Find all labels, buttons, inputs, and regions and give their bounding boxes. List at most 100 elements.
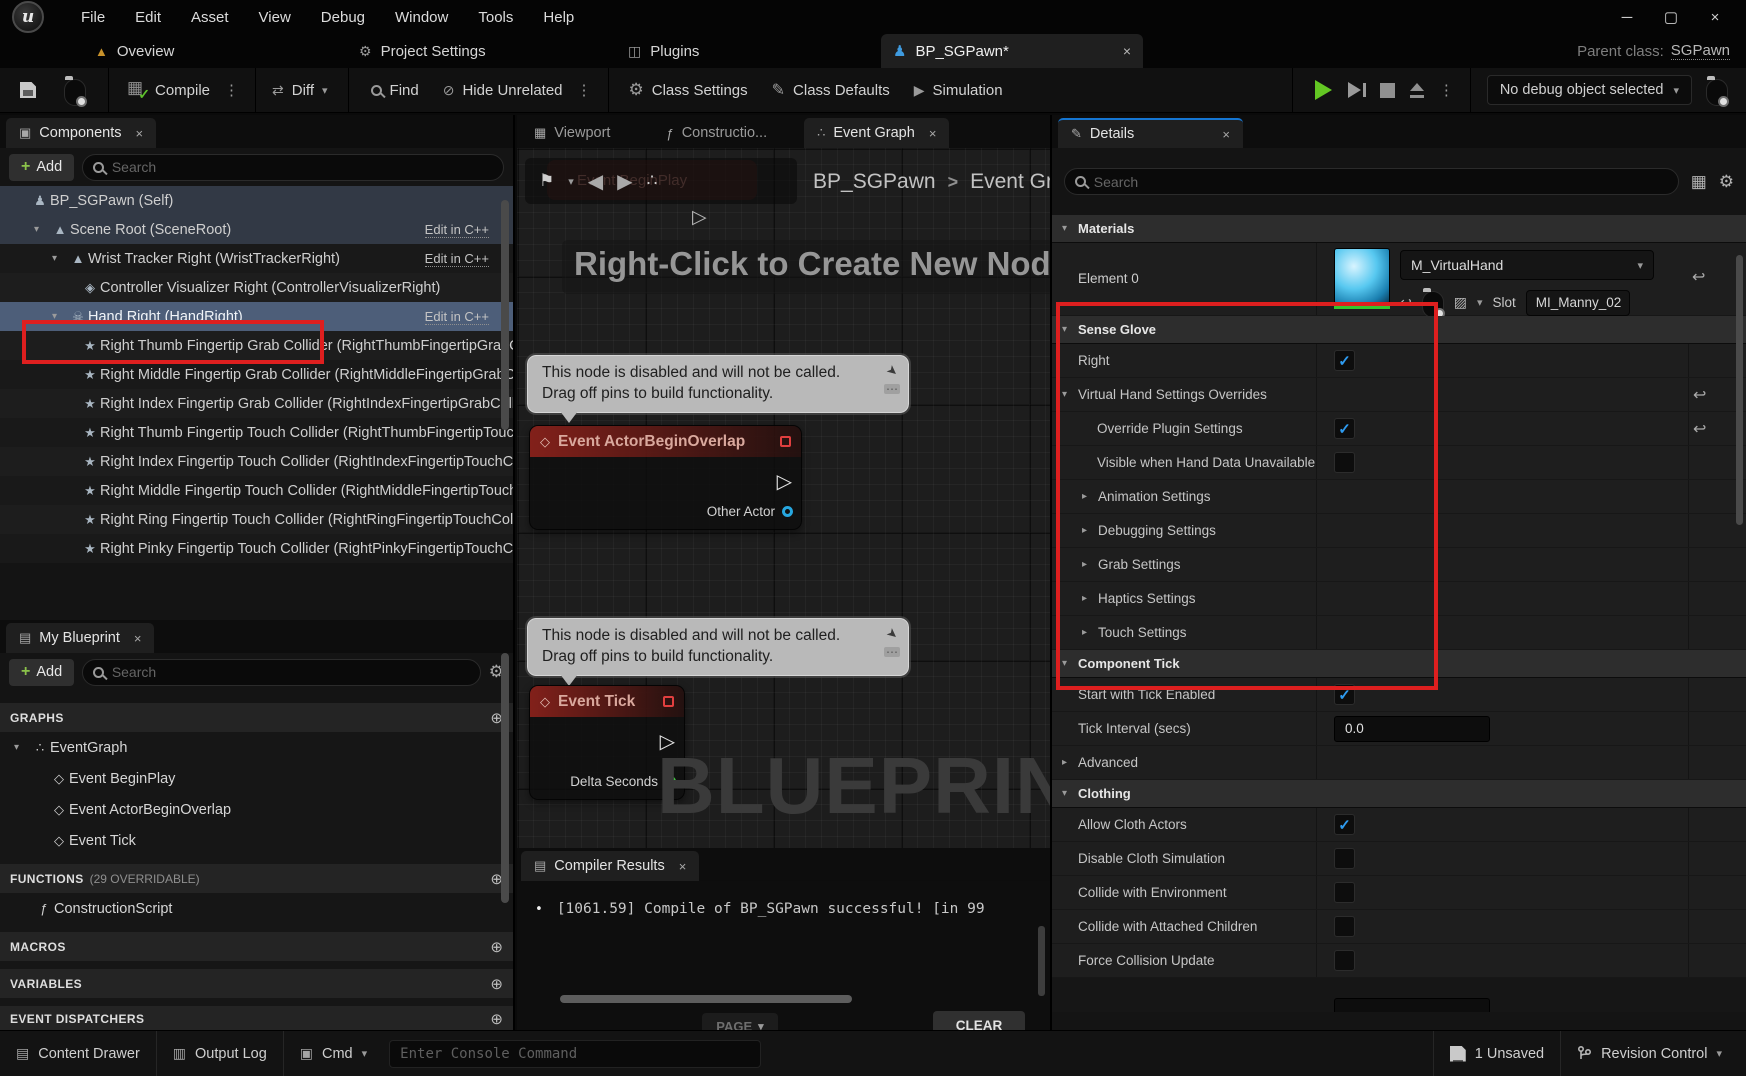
- arrow-down[interactable]: ▾: [1062, 389, 1078, 400]
- property-checkbox[interactable]: [1334, 950, 1355, 971]
- back-icon[interactable]: ◀: [588, 169, 603, 194]
- close-icon[interactable]: ×: [1222, 127, 1230, 142]
- reset-icon[interactable]: ↩: [1693, 419, 1706, 439]
- component-tree-row[interactable]: ★ Right Pinky Fingertip Touch Collider (…: [0, 534, 513, 563]
- arrow-down[interactable]: ▾: [1062, 658, 1078, 669]
- property-checkbox[interactable]: [1334, 350, 1355, 371]
- chevron-down-icon[interactable]: ▾: [568, 175, 574, 188]
- gear-icon[interactable]: ⚙: [1719, 172, 1734, 192]
- details-row[interactable]: Collide with Attached Children: [1052, 910, 1746, 944]
- circle-plus-icon[interactable]: ⊕: [490, 938, 503, 956]
- details-search-input[interactable]: [1094, 174, 1668, 190]
- hide-unrelated-kebab-icon[interactable]: ⋮: [577, 81, 592, 99]
- bookmark-icon[interactable]: ⚑: [539, 171, 554, 191]
- compiler-hscrollbar[interactable]: [560, 995, 852, 1003]
- details-row[interactable]: Force Collision Update: [1052, 944, 1746, 978]
- stop-button[interactable]: [1380, 83, 1395, 98]
- frame-skip-button[interactable]: [1348, 82, 1366, 98]
- details-row[interactable]: ▾ Sense Glove: [1052, 316, 1746, 344]
- my-blueprint-scrollbar[interactable]: [501, 653, 509, 903]
- menu-item[interactable]: Debug: [306, 0, 380, 34]
- details-row[interactable]: Start with Tick Enabled: [1052, 678, 1746, 712]
- ellipsis-icon[interactable]: ⋯: [884, 384, 900, 394]
- details-row[interactable]: Visible when Hand Data Unavailable: [1052, 446, 1746, 480]
- circle-plus-icon[interactable]: ⊕: [490, 1010, 503, 1028]
- edit-in-cpp-link[interactable]: Edit in C++: [425, 309, 489, 325]
- compiler-vscrollbar[interactable]: [1038, 926, 1045, 996]
- details-row[interactable]: ▸ Haptics Settings: [1052, 582, 1746, 616]
- diff-button[interactable]: ⇄ Diff ▾: [272, 82, 328, 99]
- menu-item[interactable]: Asset: [176, 0, 244, 34]
- close-icon[interactable]: ×: [679, 859, 687, 874]
- close-icon[interactable]: ×: [929, 126, 937, 141]
- play-options-kebab-icon[interactable]: ⋮: [1439, 81, 1454, 99]
- details-row[interactable]: ▸ Animation Settings: [1052, 480, 1746, 514]
- save-button[interactable]: [20, 82, 36, 98]
- arrow-right[interactable]: ▸: [1062, 757, 1078, 768]
- component-tree-row[interactable]: ♟ BP_SGPawn (Self): [0, 186, 513, 215]
- menu-item[interactable]: Tools: [463, 0, 528, 34]
- reset-icon[interactable]: ↩: [1693, 385, 1706, 405]
- hide-unrelated-button[interactable]: ⊘ Hide Unrelated: [443, 82, 563, 99]
- components-search-input[interactable]: [112, 159, 493, 175]
- pin-icon[interactable]: ➤: [882, 361, 902, 381]
- my-blueprint-row[interactable]: EVENT DISPATCHERS ⊕: [0, 1006, 513, 1030]
- property-checkbox[interactable]: [1334, 684, 1355, 705]
- component-tree-row[interactable]: ★ Right Thumb Fingertip Grab Collider (R…: [0, 331, 513, 360]
- property-value-input[interactable]: [1334, 998, 1490, 1012]
- my-blueprint-row[interactable]: ◇ Event ActorBeginOverlap: [0, 794, 513, 825]
- use-selected-icon[interactable]: ↩: [1400, 294, 1412, 311]
- tab-event-graph[interactable]: ∴ Event Graph ×: [804, 118, 949, 148]
- details-row[interactable]: ▸ Grab Settings: [1052, 548, 1746, 582]
- tab-compiler-results[interactable]: ▤ Compiler Results ×: [521, 851, 699, 881]
- menu-item[interactable]: View: [244, 0, 306, 34]
- breadcrumb-blueprint[interactable]: BP_SGPawn: [813, 170, 936, 194]
- browse-asset-button[interactable]: [64, 75, 86, 106]
- slot-value-input[interactable]: MI_Manny_02: [1526, 290, 1630, 316]
- close-icon[interactable]: ×: [134, 631, 142, 646]
- forward-icon[interactable]: ▶: [617, 169, 632, 194]
- property-checkbox[interactable]: [1334, 848, 1355, 869]
- close-icon[interactable]: ×: [1706, 9, 1724, 26]
- details-row[interactable]: ▾ Component Tick: [1052, 650, 1746, 678]
- component-tree-row[interactable]: ★ Right Index Fingertip Touch Collider (…: [0, 447, 513, 476]
- components-scrollbar[interactable]: [501, 200, 509, 430]
- reset-to-default-icon[interactable]: ↩: [1692, 267, 1705, 287]
- debug-object-dropdown[interactable]: No debug object selected ▾: [1487, 75, 1692, 105]
- pin-icon[interactable]: ➤: [882, 624, 902, 644]
- cmd-dropdown[interactable]: ▣ Cmd ▾: [284, 1031, 383, 1076]
- plugins-button[interactable]: ◫ Plugins: [628, 34, 699, 68]
- material-thumbnail[interactable]: [1334, 248, 1390, 304]
- tab-details[interactable]: ✎ Details ×: [1058, 118, 1243, 148]
- ellipsis-icon[interactable]: ⋯: [884, 647, 900, 657]
- property-matrix-icon[interactable]: ▦: [1691, 172, 1707, 192]
- component-tree-row[interactable]: ★ Right Index Fingertip Grab Collider (R…: [0, 389, 513, 418]
- breadcrumb-event-graph[interactable]: Event Graph: [970, 170, 1050, 194]
- component-tree-row[interactable]: ★ Right Thumb Fingertip Touch Collider (…: [0, 418, 513, 447]
- menu-item[interactable]: Window: [380, 0, 463, 34]
- overview-button[interactable]: ▲ Oveview: [95, 34, 174, 68]
- arrow-down[interactable]: ▾: [1062, 324, 1078, 335]
- arrow-down[interactable]: ▾: [34, 224, 50, 235]
- component-tree-row[interactable]: ★ Right Middle Fingertip Grab Collider (…: [0, 360, 513, 389]
- component-tree-row[interactable]: ▾ ▲ Wrist Tracker Right (WristTrackerRig…: [0, 244, 513, 273]
- menu-item[interactable]: File: [66, 0, 120, 34]
- details-row[interactable]: ▸ Debugging Settings: [1052, 514, 1746, 548]
- my-blueprint-row[interactable]: ◇ Event BeginPlay: [0, 763, 513, 794]
- component-tree-row[interactable]: ▾ ☠ Hand Right (HandRight) Edit in C++: [0, 302, 513, 331]
- my-blueprint-row[interactable]: GRAPHS ⊕: [0, 703, 513, 732]
- output-log-button[interactable]: ▥ Output Log: [157, 1031, 283, 1076]
- details-row[interactable]: Collide with Environment: [1052, 876, 1746, 910]
- edit-in-cpp-link[interactable]: Edit in C++: [425, 251, 489, 267]
- close-icon[interactable]: ×: [136, 126, 144, 141]
- property-checkbox[interactable]: [1334, 882, 1355, 903]
- console-command-input[interactable]: [400, 1046, 750, 1062]
- materials-section-header[interactable]: ▾ Materials: [1052, 215, 1746, 243]
- arrow-right[interactable]: ▸: [1082, 525, 1098, 536]
- event-graph-canvas[interactable]: Event BeginPlay ▷ ⚑ ▾ ◀ ▶ ∴ BP_SGPawn > …: [517, 148, 1050, 848]
- content-drawer-button[interactable]: ▤ Content Drawer: [0, 1031, 156, 1076]
- compile-options-kebab-icon[interactable]: ⋮: [224, 81, 239, 99]
- chevron-down-icon[interactable]: ▾: [1477, 296, 1483, 309]
- compile-button[interactable]: Compile: [127, 81, 210, 99]
- arrow-down[interactable]: ▾: [52, 311, 68, 322]
